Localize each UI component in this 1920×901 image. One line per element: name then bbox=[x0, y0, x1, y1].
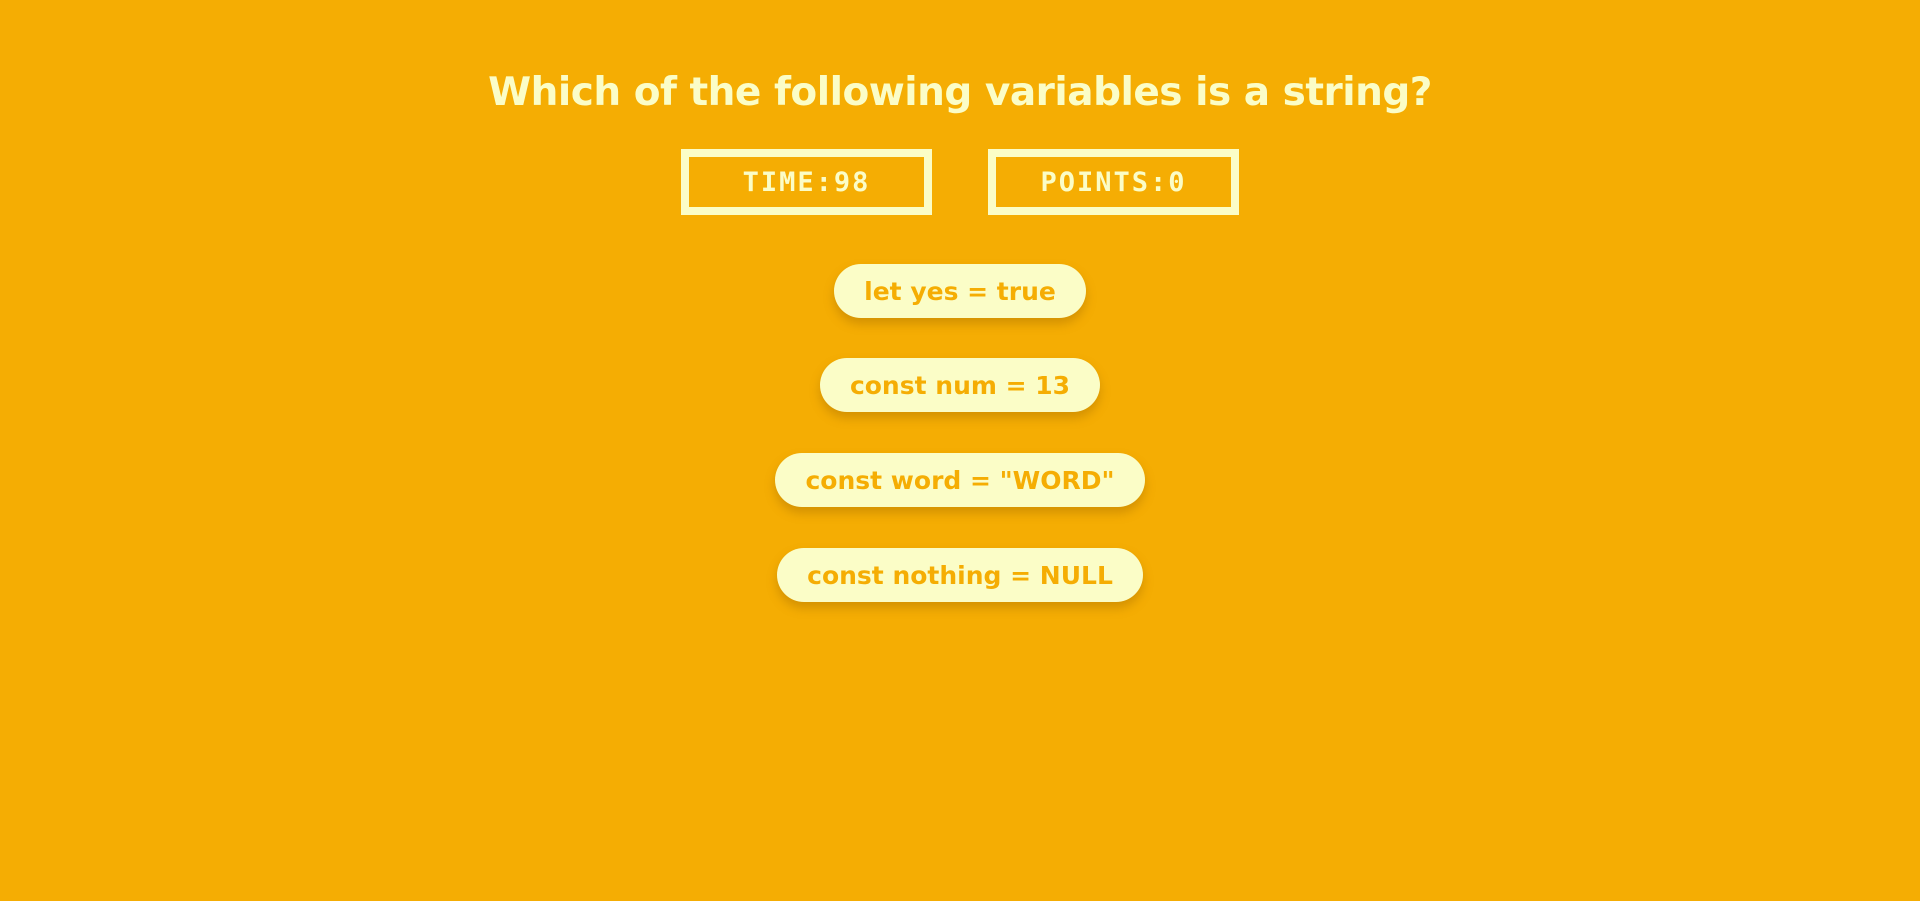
quiz-page: Which of the following variables is a st… bbox=[0, 0, 1920, 901]
answer-button-3[interactable]: const word = "WORD" bbox=[775, 453, 1145, 507]
answer-row: const nothing = NULL bbox=[0, 548, 1920, 602]
timer-value: 98 bbox=[833, 166, 871, 198]
answer-row: const word = "WORD" bbox=[0, 453, 1920, 507]
answer-button-4[interactable]: const nothing = NULL bbox=[777, 548, 1143, 602]
answer-button-2[interactable]: const num = 13 bbox=[819, 358, 1101, 412]
timer-display: TIME: 98 bbox=[681, 149, 932, 215]
question-title: Which of the following variables is a st… bbox=[488, 70, 1432, 115]
points-label: POINTS: bbox=[1040, 166, 1169, 198]
answer-row: const num = 13 bbox=[0, 358, 1920, 412]
answer-row: let yes = true bbox=[0, 264, 1920, 318]
timer-label: TIME: bbox=[742, 166, 834, 198]
points-value: 0 bbox=[1168, 166, 1187, 198]
answer-button-1[interactable]: let yes = true bbox=[834, 264, 1086, 318]
points-display: POINTS: 0 bbox=[988, 149, 1239, 215]
